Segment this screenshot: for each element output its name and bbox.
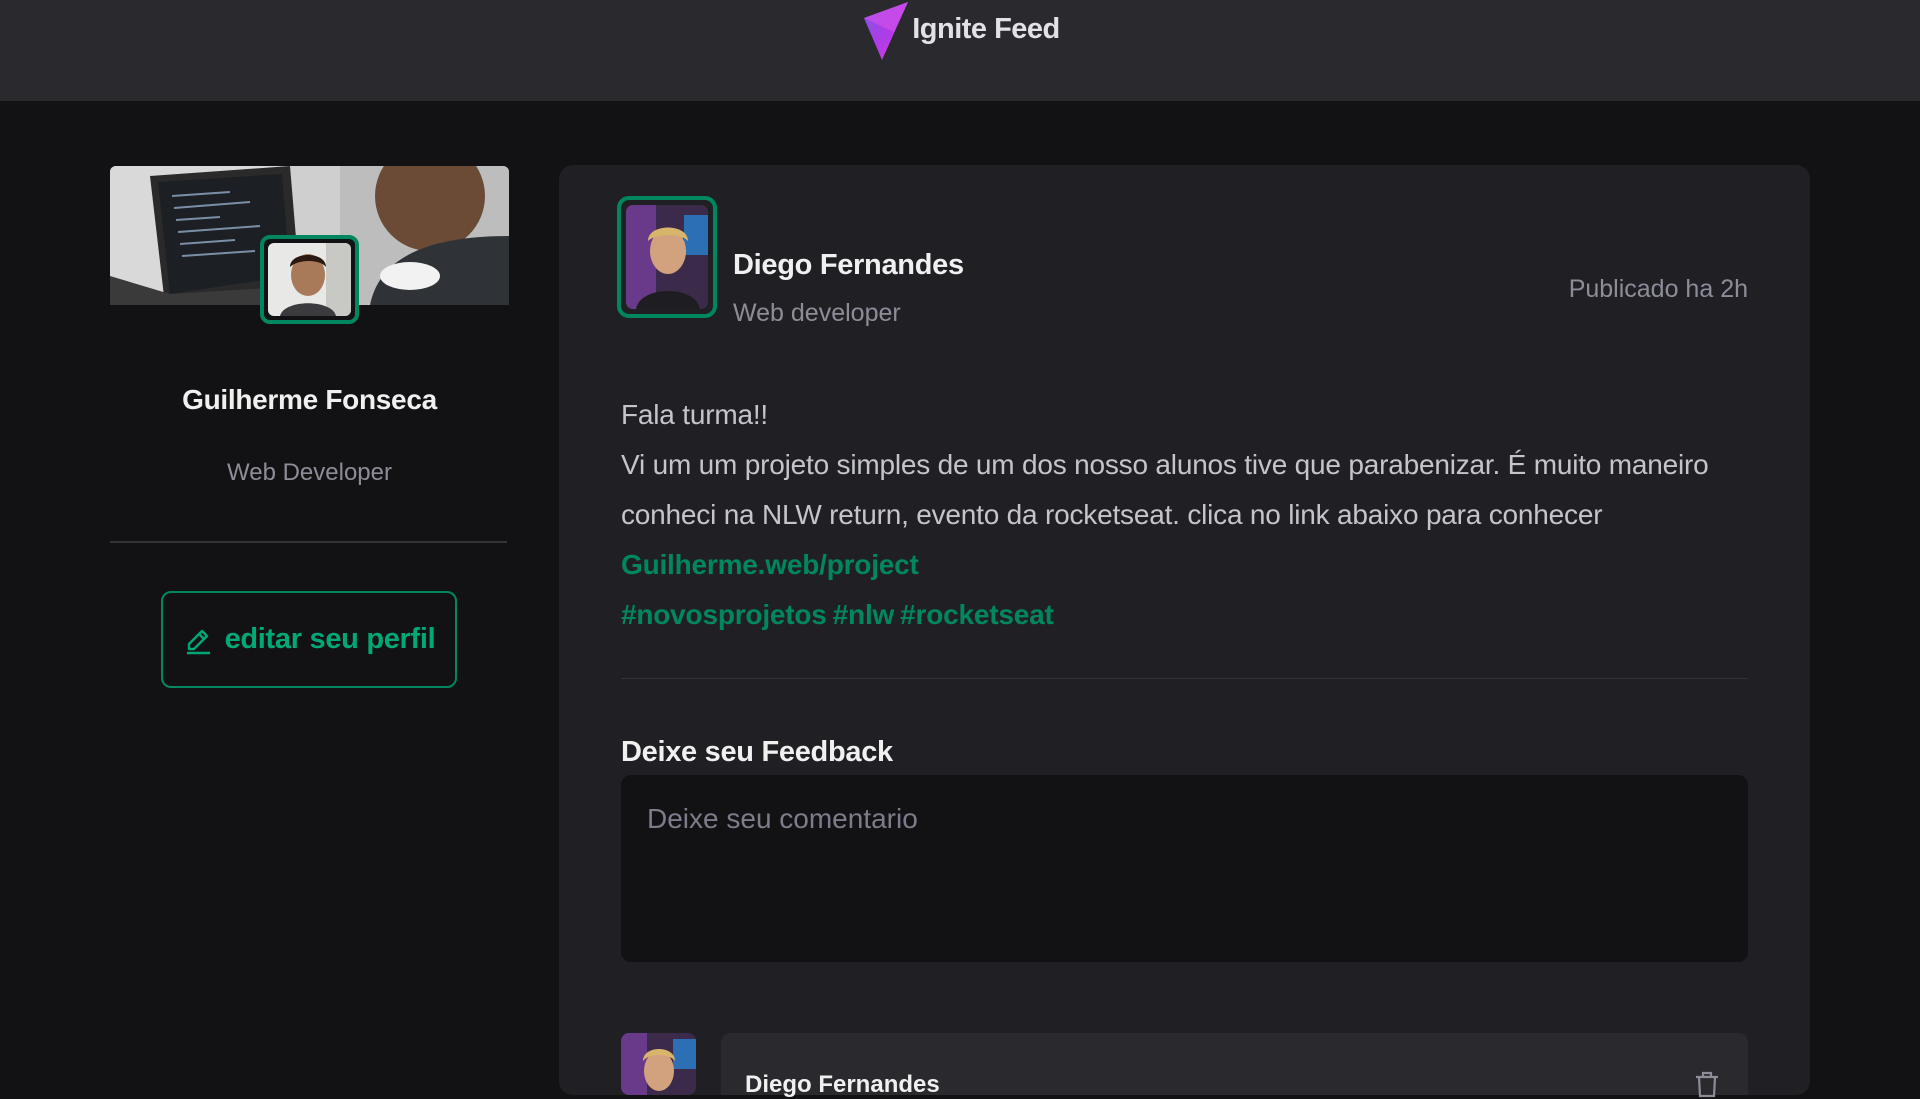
post-body: Vi um um projeto simples de um dos nosso… bbox=[621, 449, 1709, 530]
post-link[interactable]: Guilherme.web/project bbox=[621, 549, 919, 580]
feedback-title: Deixe seu Feedback bbox=[621, 736, 893, 768]
post-greeting: Fala turma!! bbox=[621, 399, 768, 430]
app-title: Ignite Feed bbox=[912, 12, 1060, 45]
post-content: Fala turma!! Vi um um projeto simples de… bbox=[621, 390, 1756, 640]
sidebar-divider bbox=[110, 541, 507, 543]
post-published-time: Publicado ha 2h bbox=[1568, 275, 1748, 303]
post-hashtags: #novosprojetos #nlw #rocketseat bbox=[621, 590, 1756, 640]
post-author-name[interactable]: Diego Fernandes bbox=[733, 249, 964, 282]
profile-role: Web Developer bbox=[227, 459, 392, 486]
ignite-logo-icon bbox=[864, 2, 909, 60]
comment-preview: Diego Fernandes bbox=[721, 1033, 1748, 1098]
hashtag[interactable]: #rocketseat bbox=[900, 599, 1054, 630]
hashtag[interactable]: #novosprojetos bbox=[621, 599, 827, 630]
edit-profile-button[interactable]: editar seu perfil bbox=[161, 591, 457, 688]
brand: Ignite Feed bbox=[860, 2, 1060, 62]
comment-avatar[interactable] bbox=[621, 1033, 696, 1095]
post-card: Diego Fernandes Web developer Publicado … bbox=[559, 165, 1810, 1098]
comment-input[interactable] bbox=[621, 775, 1748, 962]
post-author-role: Web developer bbox=[733, 299, 901, 327]
pencil-icon bbox=[186, 629, 210, 654]
post-divider bbox=[621, 678, 1748, 679]
comment-author: Diego Fernandes bbox=[745, 1071, 940, 1098]
edit-profile-label: editar seu perfil bbox=[224, 623, 436, 655]
profile-sidebar: Guilherme Fonseca Web Developer editar s… bbox=[110, 166, 509, 716]
app-header: Ignite Feed bbox=[0, 0, 1920, 101]
trash-icon[interactable] bbox=[1692, 1069, 1722, 1099]
sidebar-avatar[interactable] bbox=[260, 235, 359, 324]
hashtag[interactable]: #nlw bbox=[833, 599, 895, 630]
post-author-avatar[interactable] bbox=[617, 196, 717, 318]
profile-name: Guilherme Fonseca bbox=[182, 384, 437, 415]
